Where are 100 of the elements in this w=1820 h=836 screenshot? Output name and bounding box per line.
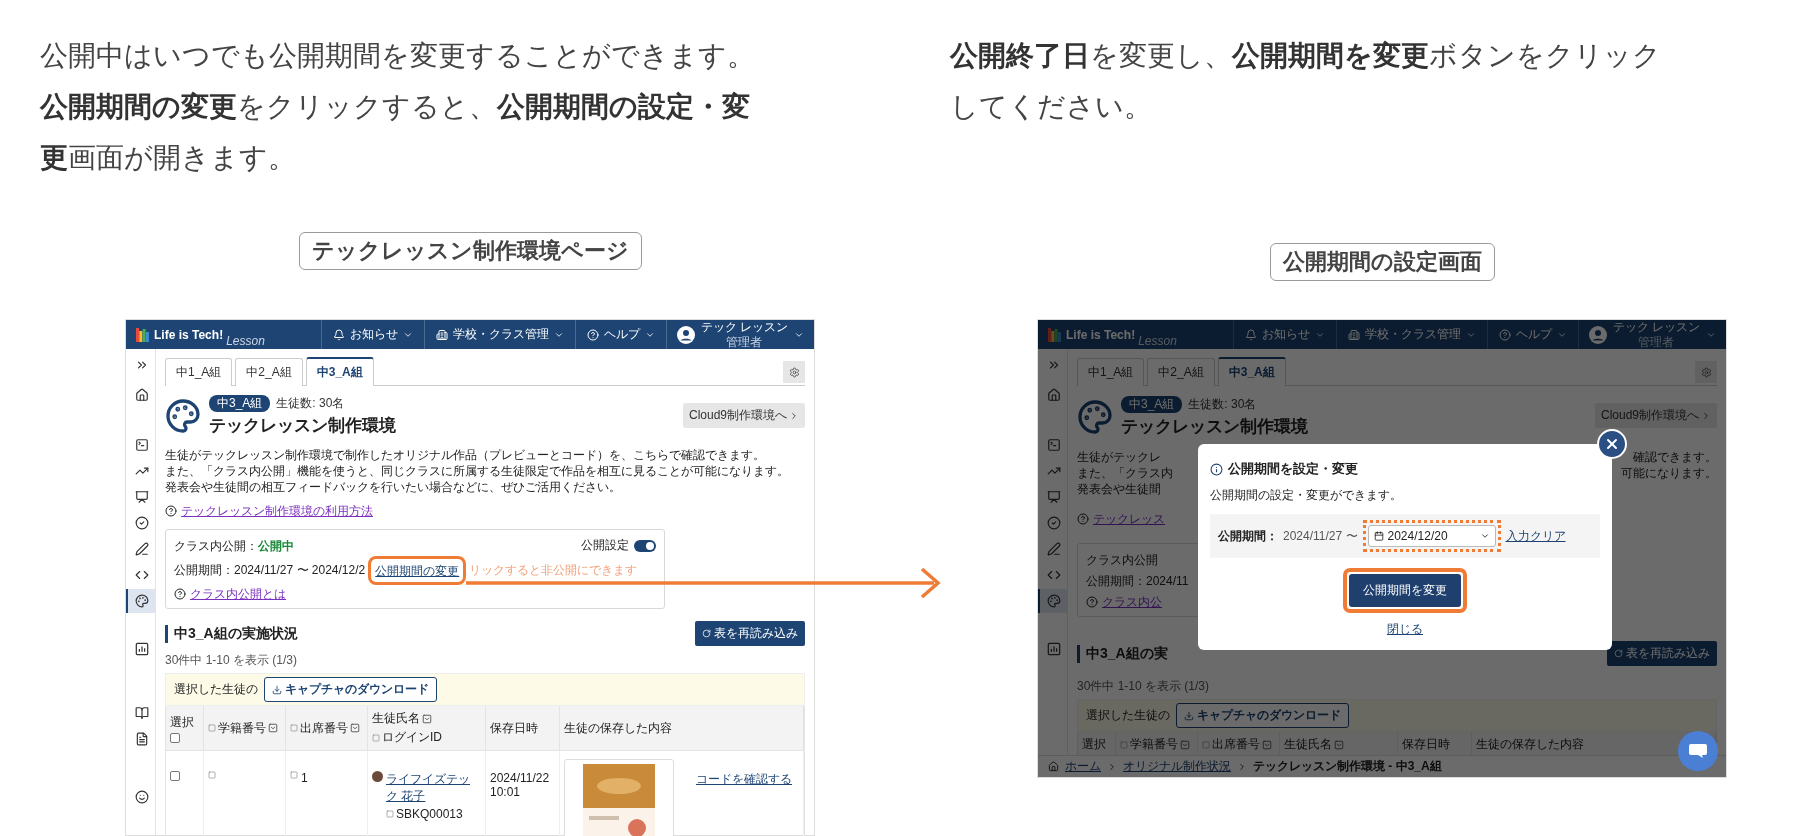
instruction-text: 公開終了日を変更し、公開期間を変更ボタンをクリックしてください。	[950, 39, 1662, 124]
column-label: ログインID	[382, 729, 442, 746]
publish-toggle[interactable]	[634, 539, 656, 552]
help-link[interactable]: クラス内公開とは	[190, 585, 286, 603]
class-tab[interactable]: 中3_A組	[305, 357, 374, 386]
nav-menu-item[interactable]: ヘルプ	[574, 320, 666, 349]
description-text: 生徒がテックレ	[1077, 449, 1161, 465]
pen-icon	[1046, 542, 1061, 556]
square-icon	[372, 733, 380, 742]
description-text: また、「クラス内	[1077, 465, 1173, 481]
page-title: テックレッスン制作環境	[1121, 416, 1309, 438]
filter-icon	[1262, 739, 1272, 750]
sidebar-item[interactable]	[126, 589, 155, 613]
column-label: 学籍番号	[218, 719, 266, 737]
square-icon	[208, 724, 216, 732]
selection-label: 選択した生徒の	[1086, 707, 1170, 724]
end-date-field[interactable]: 2024/12/20	[1367, 525, 1496, 547]
help-icon	[586, 328, 599, 341]
nav-menu-item[interactable]: 学校・クラス管理	[423, 320, 575, 349]
result-count: 30件中 1-10 を表示 (1/3)	[1077, 678, 1211, 695]
class-tab[interactable]: 中2_A組	[235, 358, 303, 386]
help-icon	[1086, 596, 1098, 608]
logo-icon	[1048, 327, 1061, 342]
building-icon	[1347, 328, 1360, 341]
column-label: 選択	[1082, 736, 1106, 753]
chart-icon	[1046, 642, 1061, 656]
avatar-icon	[372, 771, 383, 782]
download-icon	[1184, 710, 1194, 721]
chevron-icon	[1701, 410, 1711, 421]
square-icon	[290, 771, 298, 779]
help-icon	[174, 588, 186, 600]
current-page-title: テックレッスン制作環境 - 中3_A組	[1253, 758, 1442, 775]
change-period-link[interactable]: 公開期間の変更	[375, 564, 460, 578]
section-title: 中3_A組の実施状況	[165, 624, 298, 643]
filter-icon	[422, 713, 432, 724]
chart-icon	[134, 642, 149, 656]
class-badge: 中3_A組	[209, 395, 271, 412]
close-link[interactable]: 閉じる	[1387, 621, 1423, 638]
chevron-icon	[1237, 761, 1247, 772]
class-tab[interactable]: 中1_A組	[165, 358, 233, 386]
student-count: 生徒数: 30名	[1188, 396, 1257, 413]
chevron-icon	[789, 410, 799, 421]
help-link[interactable]: テックレッスン制作環境の利用方法	[181, 502, 373, 520]
toggle-label: 公開設定	[581, 537, 629, 554]
column-label: 出席番号	[1212, 736, 1260, 753]
description-text: 発表会や生徒間の相互フィードバックを行いたい場合などに、ぜひご活用ください。	[165, 479, 621, 495]
table-cell: 1	[301, 771, 308, 785]
user-avatar-icon	[676, 325, 695, 344]
user-role: 管理者	[1637, 335, 1676, 349]
row-checkbox[interactable]	[170, 771, 180, 781]
check-icon	[1046, 516, 1061, 530]
selection-label: 選択した生徒の	[174, 681, 258, 698]
description-text: 生徒がテックレッスン制作環境で制作したオリジナル作品（プレビューとコード）を、こちらで確認できます。	[165, 447, 765, 463]
home-icon	[134, 388, 149, 402]
description-text: また、「クラス内公開」機能を使うと、同じクラスに所属する生徒限定で作品を相互に見ることが可能になります。	[165, 463, 789, 479]
chevron-icon	[1107, 761, 1117, 772]
user-menu[interactable]: テック レッスン 管理者	[665, 320, 814, 349]
filter-icon	[350, 723, 360, 733]
cloud9-button[interactable]: Cloud9制作環境へ	[682, 403, 805, 428]
view-code-link[interactable]: コードを確認する	[696, 771, 792, 788]
close-button[interactable]	[1597, 429, 1627, 459]
dialog-message: 公開期間の設定・変更ができます。	[1210, 487, 1403, 504]
logo-text: Life is Tech!	[154, 327, 224, 342]
period-label: 公開期間：	[1218, 527, 1278, 545]
logo-subtitle: Lesson	[226, 334, 265, 348]
table-cell: SBKQ00013	[396, 807, 463, 821]
check-icon	[134, 516, 149, 530]
column-label: 生徒の保存した内容	[1476, 736, 1584, 753]
square-icon	[1120, 740, 1128, 749]
settings-button[interactable]	[783, 361, 805, 383]
screen-caption: 公開期間の設定画面	[1269, 243, 1495, 281]
select-all-checkbox[interactable]	[170, 732, 180, 743]
section-title: 中3_A組の実	[1077, 644, 1168, 663]
column-label: 学籍番号	[1130, 736, 1178, 753]
document-icon	[134, 732, 149, 746]
chat-icon	[1688, 743, 1708, 759]
user-menu[interactable]: テック レッスン 管理者	[1577, 320, 1726, 349]
start-date: 2024/11/27 〜	[1283, 527, 1358, 545]
nav-menu-item[interactable]: お知らせ	[320, 320, 424, 349]
card-title: クラス内公開：	[174, 539, 258, 553]
help-icon	[1077, 513, 1089, 525]
square-icon	[386, 810, 394, 818]
logo-subtitle: Lesson	[1138, 334, 1177, 348]
square-icon	[1202, 740, 1210, 749]
table-cell: 2024/11/22 10:01	[490, 771, 550, 799]
settings-icon	[1700, 366, 1712, 378]
palette-icon	[1077, 399, 1113, 435]
class-badge: 中3_A組	[1121, 396, 1183, 413]
student-name-link[interactable]: ライフイズテック 花子	[386, 771, 478, 805]
change-period-button[interactable]: 公開期間を変更	[1349, 574, 1461, 607]
download-icon	[272, 684, 282, 695]
palette-icon	[165, 398, 201, 434]
card-title: クラス内公開	[1086, 553, 1158, 567]
reload-button[interactable]: 表を再読み込み	[695, 621, 805, 646]
help-icon	[1498, 328, 1511, 341]
home-icon	[1046, 388, 1061, 402]
logo-text: Life is Tech!	[1066, 327, 1136, 342]
bell-icon	[332, 328, 345, 341]
clear-input-link[interactable]: 入力クリア	[1505, 527, 1566, 545]
download-button[interactable]: キャプチャのダウンロード	[264, 677, 437, 702]
